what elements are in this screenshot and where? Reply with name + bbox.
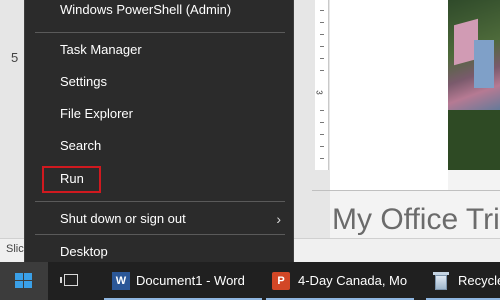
start-button[interactable]: [0, 262, 48, 300]
menu-separator: [35, 32, 285, 33]
menu-item-task-manager[interactable]: Task Manager: [25, 35, 293, 65]
taskbar-app-word[interactable]: W Document1 - Word: [104, 262, 262, 300]
word-icon: W: [112, 272, 130, 290]
task-view-button[interactable]: [56, 262, 88, 300]
menu-separator: [35, 234, 285, 235]
run-highlight-box: [42, 166, 101, 193]
taskbar-app-label: Recycle: [458, 273, 500, 288]
taskbar-app-powerpoint[interactable]: P 4-Day Canada, Mo: [266, 262, 414, 300]
status-text: Slic: [6, 243, 24, 255]
slide-photo[interactable]: [448, 0, 500, 170]
menu-item-shut-down[interactable]: Shut down or sign out ›: [25, 204, 293, 234]
powerpoint-icon: P: [272, 272, 290, 290]
ruler-number: 3: [314, 90, 324, 95]
task-view-icon: [60, 274, 78, 286]
menu-separator: [35, 201, 285, 202]
slide-title-text[interactable]: My Office Tric: [332, 203, 500, 237]
windows-logo-icon: [15, 273, 33, 289]
taskbar: W Document1 - Word P 4-Day Canada, Mo Re…: [0, 262, 500, 300]
taskbar-app-label: 4-Day Canada, Mo: [298, 273, 408, 288]
menu-item-powershell-admin[interactable]: Windows PowerShell (Admin): [25, 0, 293, 25]
recycle-bin-icon: [432, 271, 450, 291]
menu-item-settings[interactable]: Settings: [25, 67, 293, 97]
vertical-ruler: [315, 0, 329, 170]
menu-item-label: Shut down or sign out: [60, 211, 186, 226]
chevron-right-icon: ›: [276, 211, 281, 227]
power-user-menu: Windows PowerShell (Admin) Task Manager …: [24, 0, 294, 276]
menu-item-search[interactable]: Search: [25, 131, 293, 161]
taskbar-app-recycle-bin[interactable]: Recycle: [426, 262, 500, 300]
menu-item-file-explorer[interactable]: File Explorer: [25, 99, 293, 129]
notes-divider: [312, 190, 500, 191]
taskbar-app-label: Document1 - Word: [136, 273, 245, 288]
slide-canvas[interactable]: [330, 0, 448, 190]
slide-number: 5: [11, 50, 19, 65]
